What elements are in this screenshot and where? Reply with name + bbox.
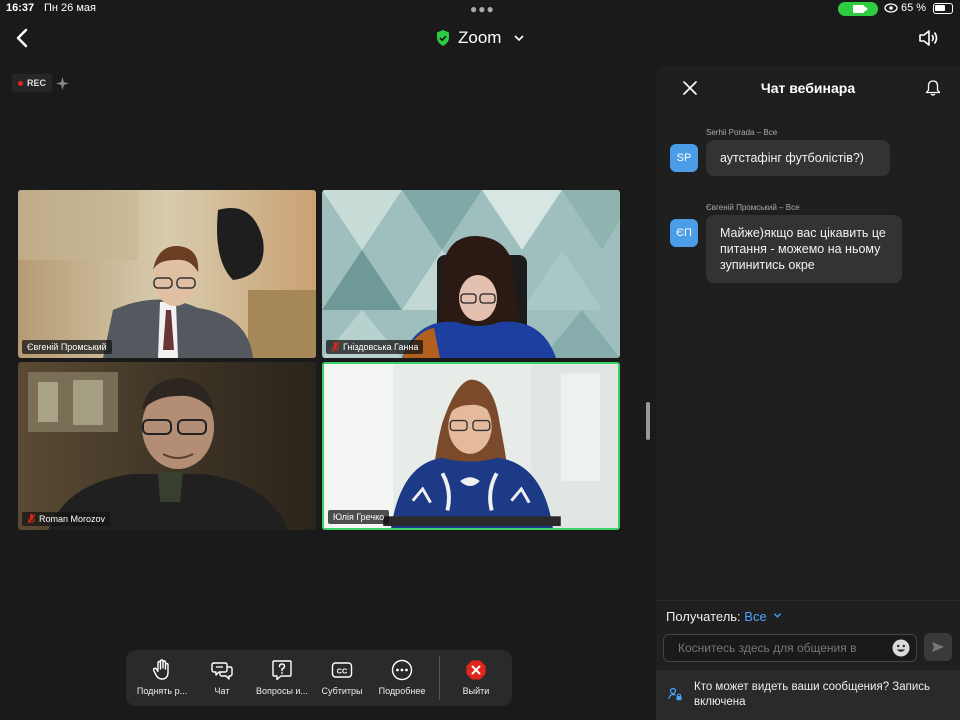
participant-name-tag: Євгеній Промський — [22, 340, 112, 354]
emoji-icon[interactable] — [892, 639, 910, 657]
participant-video — [324, 364, 618, 528]
chevron-down-icon — [774, 613, 782, 618]
chat-label: Чат — [214, 686, 230, 696]
more-label: Подробнее — [378, 686, 426, 696]
participant-name-tag: Юлія Гречко — [328, 510, 390, 524]
leave-label: Выйти — [462, 686, 490, 696]
participant-name: Юлія Гречко — [333, 512, 385, 522]
meeting-info-button[interactable]: Zoom — [436, 28, 525, 48]
speaker-icon[interactable] — [916, 26, 940, 50]
raise-hand-icon — [152, 659, 169, 680]
recording-label: REC — [27, 78, 47, 88]
subtitles-button[interactable]: CC Субтитры — [312, 656, 372, 696]
chat-panel: Чат вебинара Serhii Porada – Все SP аутс… — [656, 66, 960, 720]
person-lock-icon — [668, 687, 682, 701]
recipient-prefix: Получатель: — [666, 609, 741, 624]
participant-name-tag: Roman Morozov — [22, 512, 111, 526]
bell-icon[interactable] — [924, 79, 942, 97]
send-button[interactable] — [924, 633, 952, 661]
leave-button[interactable]: Выйти — [446, 656, 506, 696]
camera-in-use-icon — [838, 2, 878, 16]
chevron-down-icon — [514, 35, 525, 42]
mic-muted-icon — [331, 342, 340, 352]
status-time: 16:37 — [6, 2, 35, 14]
video-stage: REC Євгеній Промський Гніздовська Ганна … — [0, 62, 656, 720]
participant-video — [18, 190, 316, 358]
app-title: Zoom — [458, 28, 502, 47]
chat-message-input[interactable]: Коснитесь здесь для общения в чате — [663, 634, 917, 662]
controls-divider — [439, 656, 440, 700]
subtitles-label: Субтитры — [321, 686, 363, 696]
message-sender: Євгеній Промський – Все — [706, 203, 800, 212]
more-button[interactable]: Подробнее — [372, 656, 432, 696]
top-bar: Zoom — [0, 18, 960, 62]
participant-name-tag: Гніздовська Ганна — [326, 340, 424, 354]
closed-captions-icon: CC — [331, 662, 353, 678]
status-date: Пн 26 мая — [44, 2, 96, 14]
meeting-controls: Поднять р... Чат Вопросы и... CC Субтитр… — [126, 650, 512, 706]
chat-message: Serhii Porada – Все SP аутстафінг футбол… — [670, 128, 950, 188]
leave-icon — [466, 660, 486, 680]
avatar: SP — [670, 144, 698, 172]
ai-companion-sparkle-icon[interactable] — [56, 77, 69, 90]
status-bar: 16:37 Пн 26 мая ●●● 65 % — [0, 0, 960, 18]
participant-name: Гніздовська Ганна — [343, 342, 419, 352]
svg-text:CC: CC — [337, 667, 348, 676]
multitasking-dots-icon[interactable]: ●●● — [470, 2, 495, 16]
raise-hand-button[interactable]: Поднять р... — [132, 656, 192, 696]
participant-name: Roman Morozov — [39, 514, 106, 524]
chat-button[interactable]: Чат — [192, 656, 252, 696]
chat-header: Чат вебинара — [656, 66, 960, 110]
recipient-value[interactable]: Все — [744, 609, 766, 624]
avatar: ЄП — [670, 219, 698, 247]
chat-message: Євгеній Промський – Все ЄП Майже)якщо ва… — [670, 203, 950, 293]
split-view-handle[interactable] — [646, 402, 650, 440]
chat-bubble-icon — [211, 662, 233, 680]
privacy-notice-text: Кто может видеть ваши сообщения? Запись … — [694, 681, 931, 708]
qa-label: Вопросы и... — [256, 686, 308, 696]
chat-title: Чат вебинара — [760, 80, 856, 96]
message-bubble: аутстафінг футболістів?) — [706, 140, 890, 176]
back-chevron-icon[interactable] — [12, 26, 34, 50]
recording-dot-icon — [18, 80, 23, 86]
raise-hand-label: Поднять р... — [136, 686, 188, 696]
more-options-icon — [391, 659, 413, 681]
video-tile[interactable]: Гніздовська Ганна — [322, 190, 620, 358]
participant-video — [322, 190, 620, 358]
send-icon — [932, 642, 944, 652]
message-sender: Serhii Porada – Все — [706, 128, 778, 137]
privacy-notice[interactable]: Кто может видеть ваши сообщения? Запись … — [656, 670, 960, 720]
question-mark-icon — [272, 660, 292, 681]
recipient-selector[interactable]: Получатель: Все — [656, 600, 960, 630]
shield-check-icon — [437, 30, 449, 46]
recording-badge: REC — [12, 74, 53, 92]
video-tile[interactable]: Євгеній Промський — [18, 190, 316, 358]
link-icon — [884, 3, 898, 13]
video-tile[interactable]: Roman Morozov — [18, 362, 316, 530]
mic-muted-icon — [27, 514, 36, 524]
recipient-label: Получатель: Все — [666, 609, 782, 624]
participant-video — [18, 362, 316, 530]
participant-name: Євгеній Промський — [27, 342, 107, 352]
qa-button[interactable]: Вопросы и... — [252, 656, 312, 696]
battery-icon — [933, 3, 953, 14]
message-bubble: Майже)якщо вас цікавить це питання - мож… — [706, 215, 902, 283]
video-tile-active-speaker[interactable]: Юлія Гречко — [322, 362, 620, 530]
battery-percent: 65 % — [901, 2, 927, 14]
